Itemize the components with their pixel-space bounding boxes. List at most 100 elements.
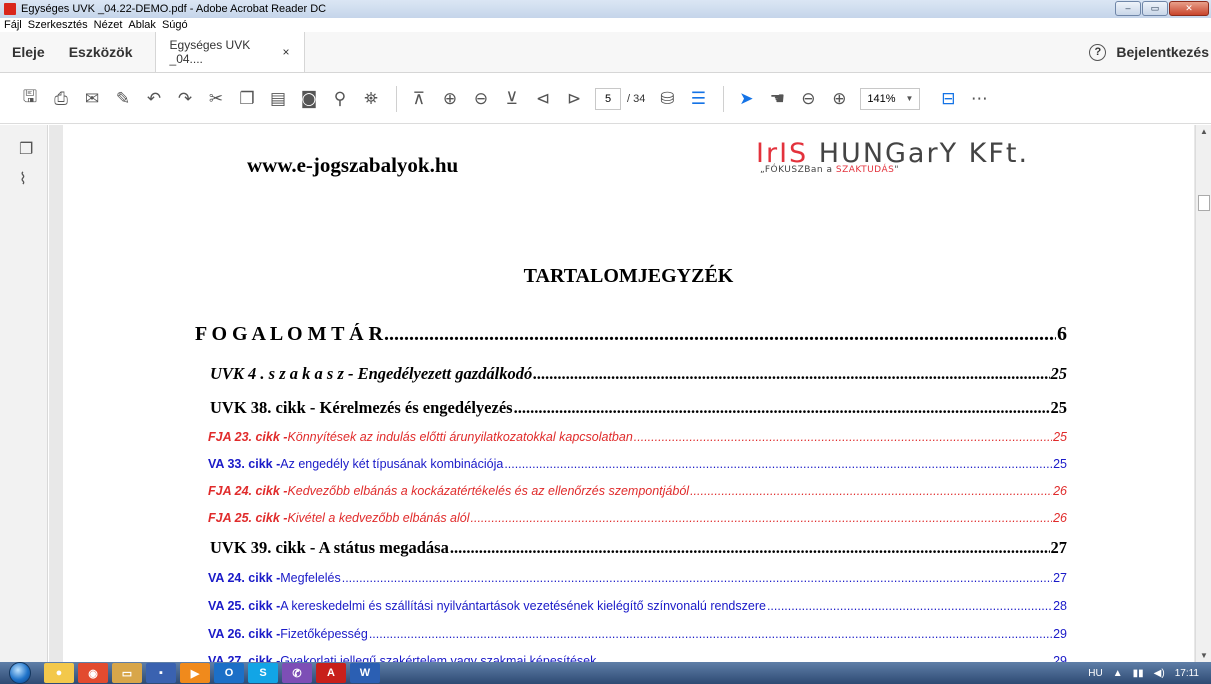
toc-row-prefix: VA 27. cikk - (208, 654, 281, 662)
next-page-icon[interactable]: ⊖ (467, 85, 495, 113)
snapshot-icon[interactable]: ◙ (295, 85, 323, 113)
scroll-thumb[interactable] (1198, 195, 1210, 211)
toc-row-label: Kedvezőbb elbánás a kockázatértékelés és… (287, 484, 690, 498)
skype-taskbar-icon[interactable]: S (248, 663, 278, 683)
menu-help[interactable]: Súgó (162, 18, 188, 32)
menu-view[interactable]: Nézet (94, 18, 123, 32)
toc-leader (767, 599, 1052, 613)
previous-page-icon[interactable]: ⊕ (436, 85, 464, 113)
more-tools-icon[interactable]: ⋯ (965, 85, 993, 113)
media-taskbar-icon[interactable]: ▶ (180, 663, 210, 683)
scroll-down-icon[interactable]: ▼ (1200, 651, 1208, 660)
cut-icon[interactable]: ✂ (202, 85, 230, 113)
toolbar: 🖫 ⎙ ✉ ✎ ↶ ↷ ✂ ❐ ▤ ◙ ⚲ ⛯ ⊼ ⊕ ⊖ ⊻ ⊲ ⊳ 5 / … (0, 74, 1211, 124)
logo-slogan-part1: „FÓKUSZBan a (760, 165, 836, 175)
tab-home[interactable]: Eleje (0, 32, 57, 72)
select-tool-icon[interactable]: ➤ (732, 85, 760, 113)
menu-edit[interactable]: Szerkesztés (28, 18, 88, 32)
page-number-input[interactable]: 5 (595, 87, 621, 110)
next-view-icon[interactable]: ⊳ (560, 85, 588, 113)
logo-slogan-part2: SZAKTUDÁS (835, 165, 895, 175)
toc-row[interactable]: UVK 4 . s z a k a s z - Engedélyezett ga… (63, 364, 1194, 384)
toc-leader (514, 398, 1050, 418)
start-button[interactable] (0, 662, 40, 684)
language-indicator[interactable]: HU (1088, 668, 1102, 679)
fill-sign-icon[interactable]: ✎ (109, 85, 137, 113)
help-icon[interactable]: ? (1089, 43, 1107, 61)
toc-row-label: Kivétel a kedvezőbb elbánás alól (287, 511, 470, 525)
toc-row[interactable]: UVK 38. cikk - Kérelmezés és engedélyezé… (63, 398, 1194, 418)
scroll-up-icon[interactable]: ▲ (1200, 127, 1208, 136)
toc-row[interactable]: VA 25. cikk - A kereskedelmi és szállítá… (63, 599, 1194, 613)
zoom-in-icon[interactable]: ⊕ (825, 85, 853, 113)
minimize-button[interactable]: – (1115, 1, 1141, 16)
menu-file[interactable]: Fájl (4, 18, 22, 32)
toc-row[interactable]: FJA 25. cikk - Kivétel a kedvezőbb elbán… (63, 511, 1194, 525)
iris-hungary-logo: IrIS HUNGarY KFt. „FÓKUSZBan a SZAKTUDÁS… (756, 139, 1029, 176)
print-production-icon[interactable]: ⛁ (653, 85, 681, 113)
taskbar-app-icon[interactable]: ● (44, 663, 74, 683)
explorer-taskbar-icon[interactable]: ▭ (112, 663, 142, 683)
toc-row[interactable]: FJA 24. cikk - Kedvezőbb elbánás a kocká… (63, 484, 1194, 498)
redo-icon[interactable]: ↷ (171, 85, 199, 113)
document-viewport: www.e-jogszabalyok.hu IrIS HUNGarY KFt. … (49, 125, 1195, 662)
print-icon[interactable]: ⎙ (47, 85, 75, 113)
network-icon[interactable]: ▮▮ (1133, 668, 1144, 679)
vertical-scrollbar[interactable]: ▲ ▼ (1195, 125, 1211, 662)
toc-leader (504, 457, 1052, 471)
viber-taskbar-icon[interactable]: ✆ (282, 663, 312, 683)
scroll-mode-icon[interactable]: ☰ (684, 85, 712, 113)
zoom-out-icon[interactable]: ⊖ (794, 85, 822, 113)
toc-row-page: 26 (1053, 484, 1067, 498)
tray-expand-icon[interactable]: ▲ (1113, 668, 1123, 679)
save-icon[interactable]: 🖫 (16, 85, 44, 113)
last-page-icon[interactable]: ⊻ (498, 85, 526, 113)
toc-leader (597, 654, 1052, 662)
menu-window[interactable]: Ablak (128, 18, 156, 32)
toc-row-prefix: FJA 24. cikk - (208, 484, 288, 498)
toc-row[interactable]: VA 26. cikk - Fizetőképesség 29 (63, 627, 1194, 641)
attachment-paperclip-icon[interactable]: ⌇ (19, 169, 39, 191)
windows-taskbar: ● ◉ ▭ ▪ ▶ O S ✆ A W HU ▲ ▮▮ ◀) 17:11 (0, 662, 1211, 684)
toc-row-prefix: FJA 25. cikk - (208, 511, 288, 525)
chevron-down-icon: ▼ (905, 93, 914, 103)
clock[interactable]: 17:11 (1175, 668, 1199, 679)
maximize-button[interactable]: ▭ (1142, 1, 1168, 16)
toc-row-label: Fizetőképesség (280, 627, 368, 641)
toc-row[interactable]: UVK 39. cikk - A státus megadása 27 (63, 538, 1194, 558)
tab-document[interactable]: Egységes UVK _04.... × (154, 32, 305, 72)
toc-row[interactable]: VA 24. cikk - Megfelelés 27 (63, 571, 1194, 585)
sign-in-link[interactable]: Bejelentkezés (1116, 44, 1209, 60)
close-window-button[interactable]: ✕ (1169, 1, 1209, 16)
fit-page-icon[interactable]: ⊟ (934, 85, 962, 113)
search-icon[interactable]: ⚲ (326, 85, 354, 113)
email-icon[interactable]: ✉ (78, 85, 106, 113)
paste-icon[interactable]: ▤ (264, 85, 292, 113)
toc-row[interactable]: VA 27. cikk - Gyakorlati jellegű szakért… (63, 654, 1194, 662)
logo-slogan-part3: " (894, 165, 899, 175)
toc-row[interactable]: F O G A L O M T Á R 6 (63, 323, 1194, 346)
toc-row[interactable]: VA 33. cikk - Az engedély két típusának … (63, 457, 1194, 471)
toc-leader (471, 511, 1053, 525)
volume-icon[interactable]: ◀) (1154, 668, 1165, 679)
word-taskbar-icon[interactable]: W (350, 663, 380, 683)
toc-row-page: 25 (1050, 398, 1068, 417)
toc-row-page: 26 (1053, 511, 1067, 525)
undo-icon[interactable]: ↶ (140, 85, 168, 113)
acrobat-taskbar-icon[interactable]: A (316, 663, 346, 683)
outlook-taskbar-icon[interactable]: O (214, 663, 244, 683)
toc-row[interactable]: FJA 23. cikk - Könnyítések az indulás el… (63, 430, 1194, 444)
page-total: / 34 (627, 92, 646, 105)
previous-view-icon[interactable]: ⊲ (529, 85, 557, 113)
first-page-icon[interactable]: ⊼ (405, 85, 433, 113)
save-taskbar-icon[interactable]: ▪ (146, 663, 176, 683)
tab-tools[interactable]: Eszközök (57, 32, 145, 72)
hand-tool-icon[interactable]: ☚ (763, 85, 791, 113)
close-tab-icon[interactable]: × (283, 45, 290, 59)
toc-row-prefix: FJA 23. cikk - (208, 430, 288, 444)
pages-thumbnail-icon[interactable]: ❐ (19, 139, 39, 161)
chrome-taskbar-icon[interactable]: ◉ (78, 663, 108, 683)
zoom-select[interactable]: 141% ▼ (860, 87, 921, 110)
copy-icon[interactable]: ❐ (233, 85, 261, 113)
find-binoculars-icon[interactable]: ⛯ (357, 85, 385, 113)
